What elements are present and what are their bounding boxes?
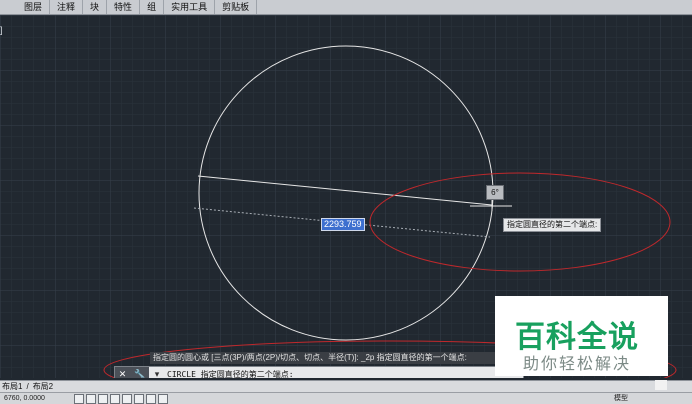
dimension-input[interactable]: 2293.759	[321, 218, 365, 231]
command-line[interactable]: ✕ 🔧 ▾ CIRCLE 指定圆直径的第二个端点:	[114, 366, 524, 378]
command-history: 指定圆的圆心或 [三点(3P)/两点(2P)/切点、切点、半径(T)]: _2p…	[150, 352, 503, 364]
tab-layout2[interactable]: 布局2	[31, 381, 55, 392]
coordinate-readout: 6760, 0.0000	[4, 395, 45, 402]
dynamic-input-toggle-icon[interactable]	[146, 393, 156, 404]
angle-tooltip: 6°	[486, 185, 504, 200]
ribbon-tab-properties[interactable]: 特性	[107, 0, 141, 14]
viewport-label[interactable]: ]	[0, 25, 3, 35]
polar-toggle-icon[interactable]	[110, 393, 120, 404]
model-space-label[interactable]: 模型	[614, 393, 628, 404]
ribbon-tab-utilities[interactable]: 实用工具	[164, 0, 216, 14]
close-icon[interactable]: ✕	[119, 369, 127, 379]
lineweight-toggle-icon[interactable]	[158, 393, 168, 404]
ribbon-tab-annotation[interactable]: 注释	[50, 0, 84, 14]
recent-commands-icon[interactable]: ▾	[151, 369, 163, 379]
ribbon-tab-block[interactable]: 块	[83, 0, 108, 14]
otrack-toggle-icon[interactable]	[134, 393, 144, 404]
layout-tab-bar: 布局1 / 布局2	[0, 380, 692, 392]
status-bar: 6760, 0.0000 模型	[0, 392, 692, 404]
command-input[interactable]: CIRCLE 指定圆直径的第二个端点:	[167, 369, 294, 379]
prompt-tooltip: 指定圆直径的第二个端点:	[503, 218, 602, 232]
watermark-logo: 百科全说 助你轻松解决	[495, 296, 668, 376]
ribbon-tab-layers[interactable]: 图层	[0, 0, 51, 14]
wrench-icon[interactable]: 🔧	[134, 369, 145, 379]
grid-toggle-icon[interactable]	[86, 393, 96, 404]
ortho-toggle-icon[interactable]	[98, 393, 108, 404]
osnap-toggle-icon[interactable]	[122, 393, 132, 404]
command-line-controls: ✕ 🔧	[115, 367, 149, 378]
ribbon-tab-group[interactable]: 组	[140, 0, 165, 14]
ribbon-panel-bar: 图层 注释 块 特性 组 实用工具 剪贴板	[0, 0, 692, 15]
ribbon-tab-clipboard[interactable]: 剪贴板	[215, 0, 258, 14]
scrollbar-corner	[655, 380, 667, 390]
snap-toggle-icon[interactable]	[74, 393, 84, 404]
tab-layout1[interactable]: 布局1	[0, 381, 24, 392]
watermark-subtitle: 助你轻松解决	[523, 356, 632, 373]
